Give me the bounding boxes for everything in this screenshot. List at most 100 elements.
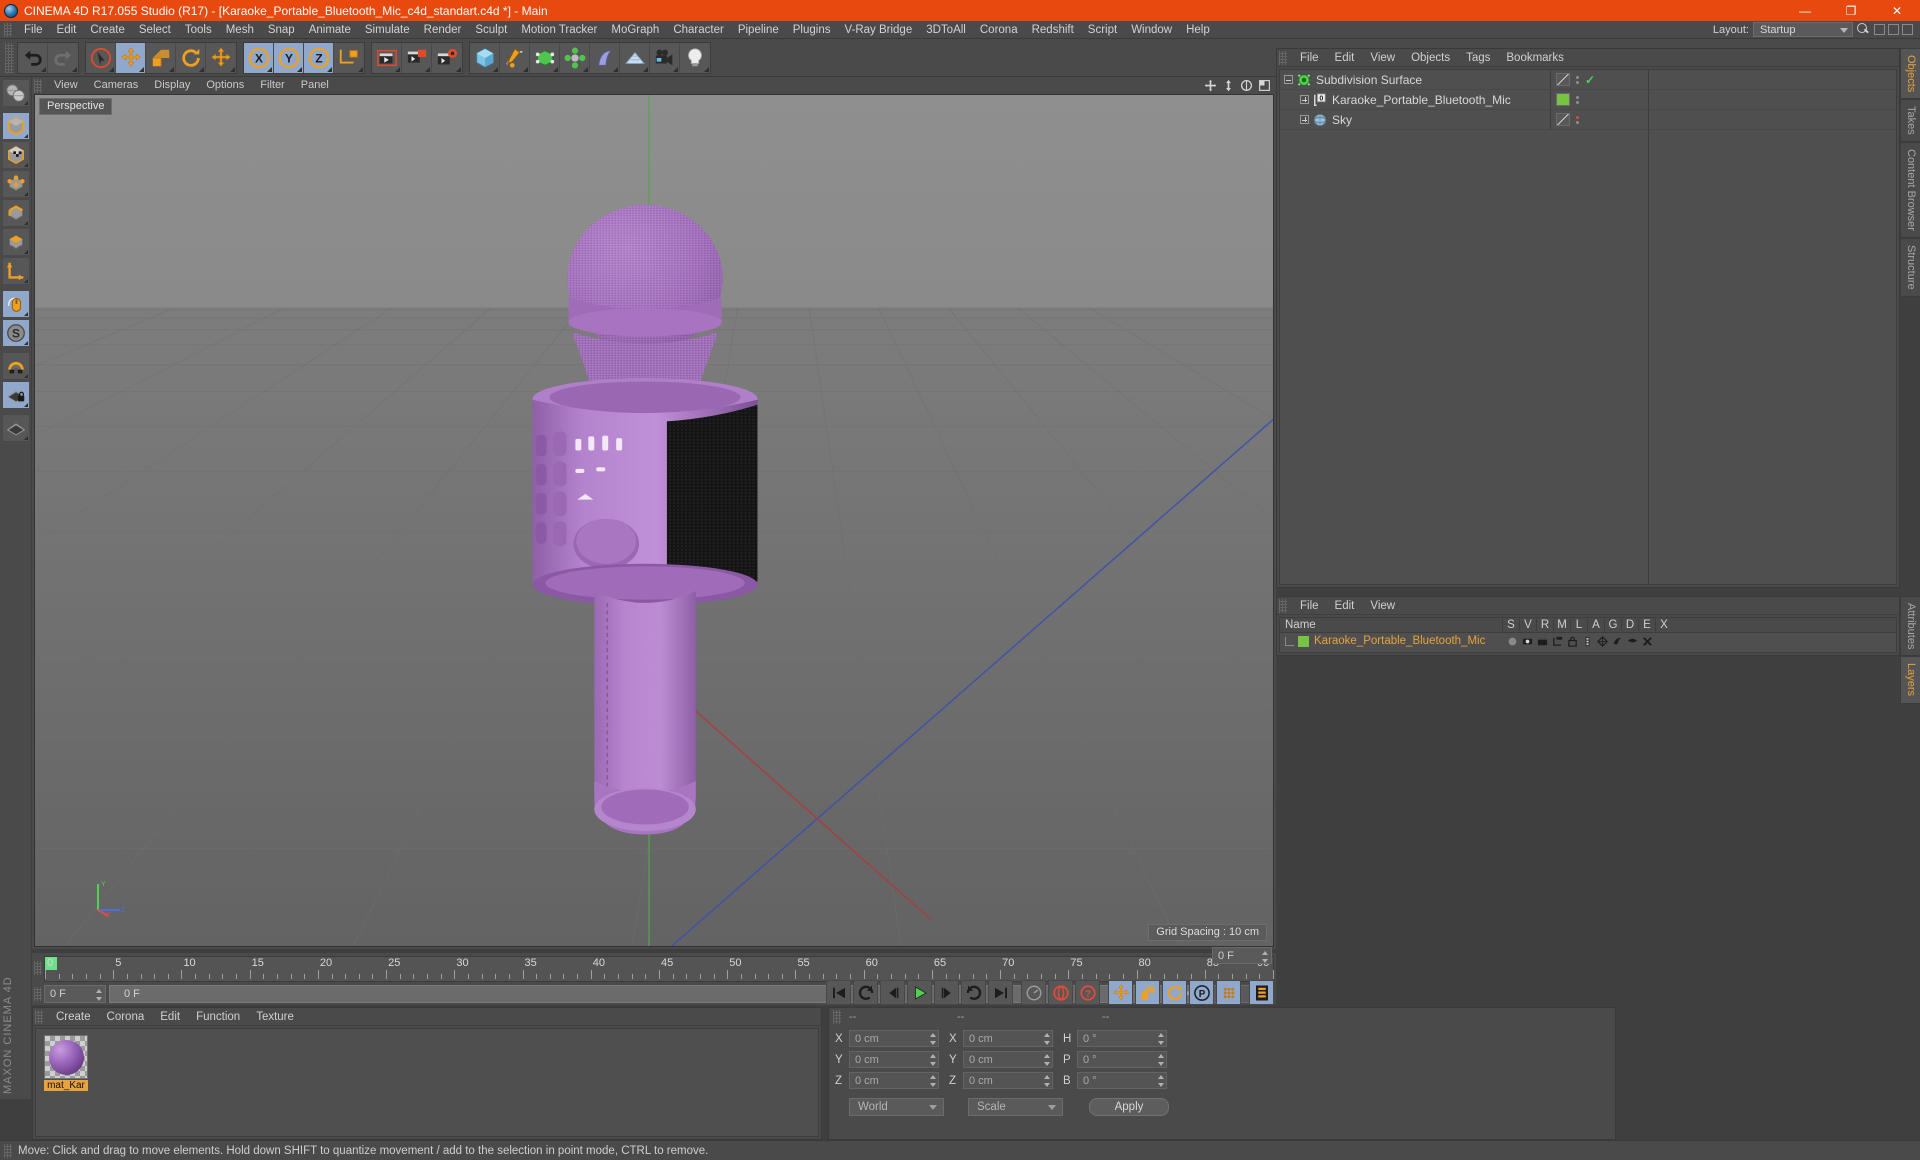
step-back-button[interactable] — [880, 980, 905, 1005]
tab-objects[interactable]: Objects — [1900, 48, 1920, 100]
z-axis-button[interactable]: Z — [304, 42, 334, 73]
preview-frame-field[interactable]: 0 F — [1212, 947, 1272, 964]
spinner-icon[interactable] — [930, 1054, 936, 1066]
object-tag-swatch[interactable] — [1556, 113, 1570, 126]
current-frame-field[interactable]: 0 F — [44, 985, 106, 1003]
xpresso-flag-icon[interactable] — [1642, 636, 1653, 647]
size-field[interactable]: 0 cm — [963, 1051, 1053, 1068]
coordinate-system-dropdown[interactable]: World — [849, 1097, 944, 1116]
close-panel-icon[interactable] — [1902, 24, 1913, 35]
material-manager-grip[interactable] — [35, 1009, 43, 1024]
visibility-dots[interactable] — [1576, 75, 1579, 84]
redo-button[interactable] — [48, 42, 78, 73]
animation-flag-icon[interactable] — [1582, 636, 1593, 647]
material-menu-texture[interactable]: Texture — [248, 1008, 302, 1026]
material-menu-create[interactable]: Create — [48, 1008, 99, 1026]
object-tag-swatch[interactable] — [1556, 73, 1570, 86]
render-picture-viewer-button[interactable] — [402, 42, 432, 73]
spinner-icon[interactable] — [1044, 1033, 1050, 1045]
spinner-icon[interactable] — [1158, 1054, 1164, 1066]
toolbar-grip[interactable] — [5, 42, 14, 73]
minimize-panel-icon[interactable] — [1874, 24, 1885, 35]
menu-item-corona[interactable]: Corona — [973, 21, 1025, 39]
tab-takes[interactable]: Takes — [1900, 99, 1920, 143]
menu-item-pipeline[interactable]: Pipeline — [731, 21, 786, 39]
spinner-icon[interactable] — [1044, 1054, 1050, 1066]
object-manager-menu-edit[interactable]: Edit — [1327, 49, 1363, 67]
visibility-dots[interactable] — [1576, 95, 1579, 104]
loop-button[interactable] — [961, 980, 986, 1005]
maximize-view-icon[interactable] — [1258, 79, 1271, 92]
rotate-view-icon[interactable] — [1240, 79, 1253, 92]
param-key-button[interactable]: P — [1189, 980, 1214, 1005]
expand-icon[interactable] — [1300, 95, 1309, 104]
generator-flag-icon[interactable] — [1597, 635, 1608, 647]
play-reverse-button[interactable] — [853, 980, 878, 1005]
menu-item-tools[interactable]: Tools — [178, 21, 219, 39]
pos-key-button[interactable] — [1108, 980, 1133, 1005]
viewport-grip[interactable] — [34, 78, 42, 93]
viewport-solo-button[interactable] — [1, 290, 30, 318]
go-to-end-button[interactable] — [988, 980, 1013, 1005]
pla-key-button[interactable] — [1216, 980, 1241, 1005]
move-alt-button[interactable] — [206, 42, 236, 73]
spinner-icon[interactable] — [930, 1075, 936, 1087]
menu-item-character[interactable]: Character — [666, 21, 731, 39]
magnet-button[interactable] — [1, 352, 30, 380]
object-row[interactable]: Sky — [1280, 110, 1896, 130]
array-button[interactable] — [560, 42, 590, 73]
snap-s-button[interactable]: S — [1, 319, 30, 347]
go-to-start-button[interactable] — [826, 980, 851, 1005]
status-bar-grip[interactable] — [4, 1143, 12, 1158]
visibility-dots[interactable] — [1576, 115, 1579, 124]
apply-button[interactable]: Apply — [1089, 1097, 1169, 1116]
nurbs-button[interactable] — [530, 42, 560, 73]
pan-icon[interactable] — [1204, 79, 1217, 92]
viewport-3d[interactable]: Perspective Grid Spacing : 10 cm Y Z X — [34, 94, 1274, 947]
menu-item-redshift[interactable]: Redshift — [1025, 21, 1081, 39]
rotation-field[interactable]: 0 ° — [1077, 1072, 1167, 1089]
size-field[interactable]: 0 cm — [963, 1072, 1053, 1089]
keyframe-select-button[interactable]: ? — [1075, 980, 1100, 1005]
menu-item-render[interactable]: Render — [417, 21, 469, 39]
object-manager-menu-view[interactable]: View — [1362, 49, 1403, 67]
object-manager-menu-objects[interactable]: Objects — [1403, 49, 1458, 67]
viewport-menu-display[interactable]: Display — [146, 77, 198, 94]
tab-layers[interactable]: Layers — [1900, 656, 1920, 704]
lock-flag-icon[interactable] — [1567, 636, 1578, 647]
viewport-menu-filter[interactable]: Filter — [252, 77, 292, 94]
workplane-lock-button[interactable] — [1, 381, 30, 409]
search-icon[interactable] — [1857, 23, 1870, 36]
viewport-menu-options[interactable]: Options — [198, 77, 252, 94]
spinner-icon[interactable] — [1158, 1075, 1164, 1087]
coordinate-mode-dropdown[interactable]: Scale — [968, 1097, 1063, 1116]
menu-item-select[interactable]: Select — [132, 21, 178, 39]
material-menu-function[interactable]: Function — [188, 1008, 248, 1026]
expression-flag-icon[interactable] — [1627, 636, 1638, 647]
preview-frame-spinner-icon[interactable] — [1262, 951, 1268, 963]
material-item[interactable]: mat_Kar — [44, 1035, 88, 1091]
layer-row[interactable]: Karaoke_Portable_Bluetooth_Mic — [1280, 633, 1896, 649]
render-settings-button[interactable] — [432, 42, 462, 73]
timeline-button[interactable] — [1249, 980, 1274, 1005]
axis-mode-button[interactable] — [1, 257, 30, 285]
menu-item-3dtoall[interactable]: 3DToAll — [919, 21, 973, 39]
polygons-mode-button[interactable] — [1, 228, 30, 256]
menu-item-simulate[interactable]: Simulate — [358, 21, 417, 39]
object-manager-menu-bookmarks[interactable]: Bookmarks — [1498, 49, 1572, 67]
object-manager-menu-tags[interactable]: Tags — [1458, 49, 1498, 67]
rot-key-button[interactable] — [1162, 980, 1187, 1005]
workplane-button[interactable] — [1, 414, 30, 442]
x-axis-button[interactable]: X — [244, 42, 274, 73]
menu-grip[interactable] — [4, 22, 12, 37]
menu-item-animate[interactable]: Animate — [302, 21, 358, 39]
rotate-button[interactable] — [176, 42, 206, 73]
object-row[interactable]: 0 Karaoke_Portable_Bluetooth_Mic — [1280, 90, 1896, 110]
collapse-icon[interactable] — [1284, 75, 1293, 84]
menu-item-plugins[interactable]: Plugins — [786, 21, 838, 39]
select-live-button[interactable] — [86, 42, 116, 73]
layers-menu-file[interactable]: File — [1292, 597, 1327, 615]
timeline-controls-grip[interactable] — [34, 987, 42, 1001]
autokey-button[interactable] — [1021, 980, 1046, 1005]
bend-deformer-button[interactable] — [590, 42, 620, 73]
